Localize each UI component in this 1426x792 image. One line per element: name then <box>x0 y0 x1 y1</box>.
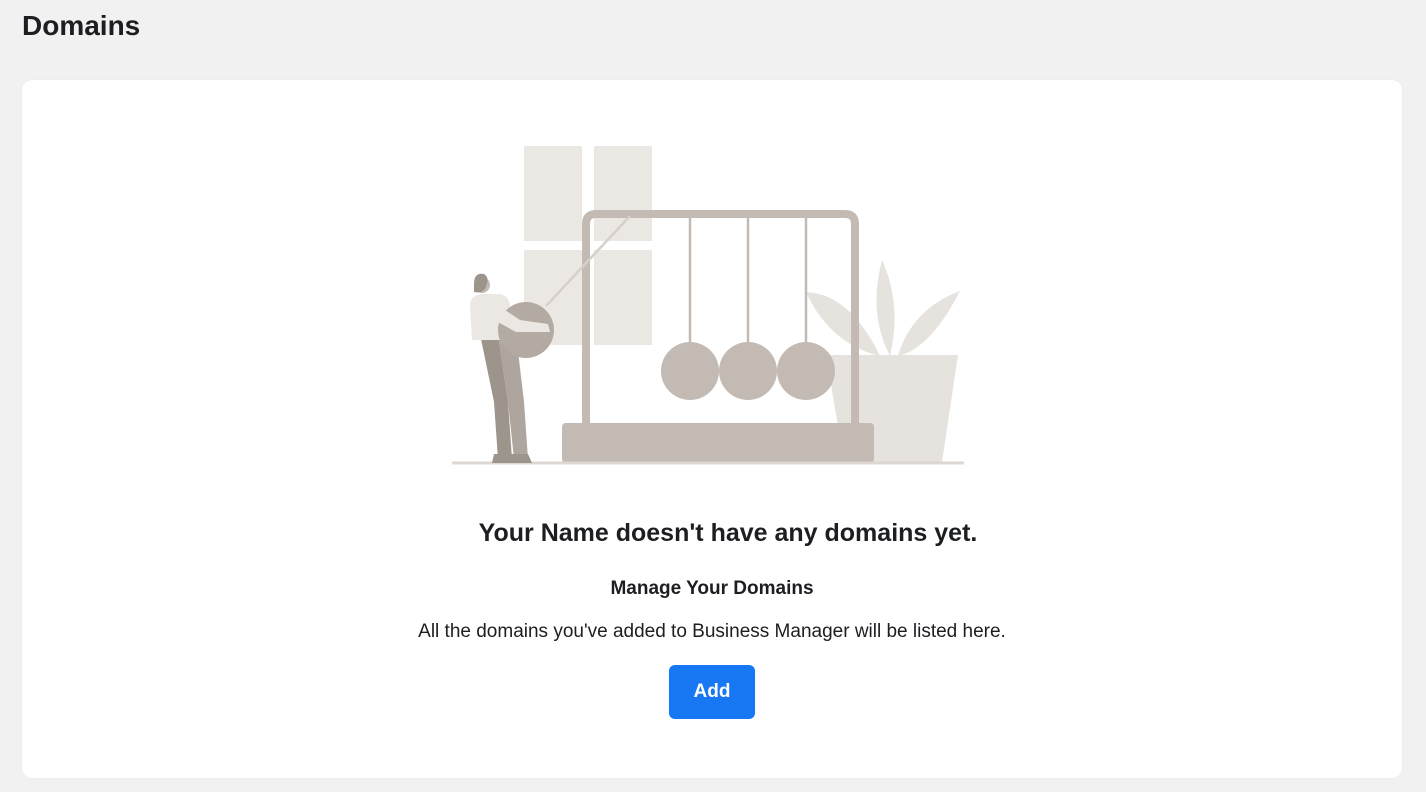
cradle-ball-2 <box>719 342 777 400</box>
plant-leaf-right <box>898 291 960 356</box>
window-pane-bottom-right <box>594 250 652 345</box>
empty-state-description: All the domains you've added to Business… <box>418 621 1006 642</box>
page-title: Domains <box>22 10 141 41</box>
domains-card: Your Name doesn't have any domains yet. … <box>22 80 1402 778</box>
add-domain-button[interactable]: Add <box>669 665 755 719</box>
cradle-ball-3 <box>777 342 835 400</box>
cradle-ball-1 <box>661 342 719 400</box>
newtons-cradle-illustration <box>452 146 964 465</box>
plant-leaf-center <box>876 260 895 356</box>
person-shoe-front <box>508 454 532 463</box>
cradle-base <box>562 423 874 463</box>
window-pane-top-left <box>524 146 582 241</box>
window-pane-top-right <box>594 146 652 241</box>
empty-state-heading: Your Name doesn't have any domains yet. <box>478 519 978 547</box>
empty-state-subheading: Manage Your Domains <box>610 578 814 599</box>
